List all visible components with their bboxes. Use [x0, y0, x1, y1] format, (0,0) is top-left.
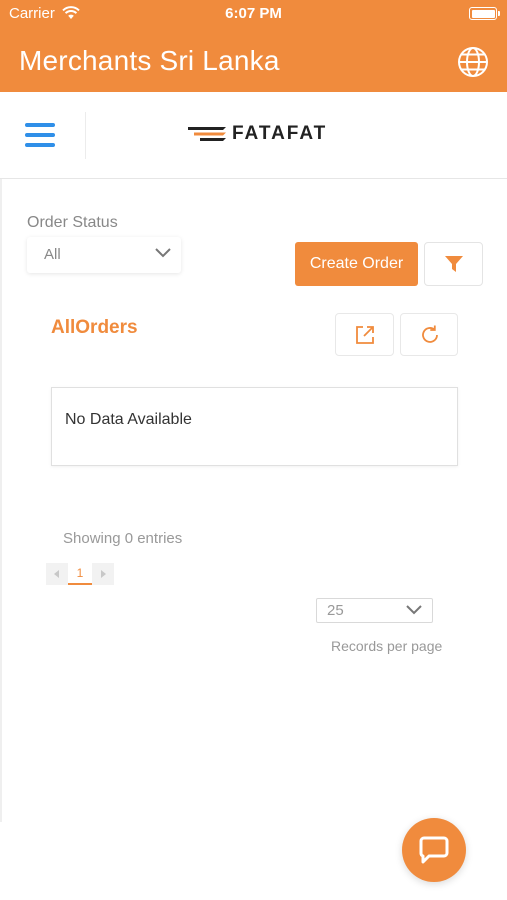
order-status-value: All: [44, 246, 61, 263]
status-bar: Carrier 6:07 PM: [0, 0, 507, 28]
prev-page-button[interactable]: [46, 563, 68, 585]
chevron-left-icon: [54, 570, 59, 578]
logo-speed-mark-icon: [188, 127, 226, 141]
refresh-button[interactable]: [400, 313, 458, 356]
empty-state-message: No Data Available: [65, 411, 192, 428]
records-per-page-value: 25: [327, 602, 344, 619]
page-title: Merchants Sri Lanka: [19, 45, 280, 76]
funnel-icon: [445, 256, 463, 272]
nav-bar: FATAFAT: [0, 92, 507, 179]
chat-bubble-icon: [419, 836, 449, 864]
chevron-down-icon: [406, 605, 422, 615]
orders-section-title: AllOrders: [51, 317, 138, 338]
page-number-current[interactable]: 1: [68, 563, 92, 585]
filter-button[interactable]: [424, 242, 483, 286]
clock: 6:07 PM: [225, 5, 282, 22]
nav-divider: [85, 112, 86, 159]
order-status-select[interactable]: All: [27, 237, 181, 273]
globe-icon[interactable]: [457, 46, 489, 78]
brand-logo: FATAFAT: [188, 123, 328, 144]
export-button[interactable]: [335, 313, 394, 356]
records-per-page-select[interactable]: 25: [316, 598, 433, 623]
external-link-icon: [356, 326, 374, 344]
battery-icon: [469, 7, 500, 20]
logo-text: FATAFAT: [232, 123, 328, 144]
records-per-page-label: Records per page: [331, 638, 443, 654]
refresh-icon: [422, 325, 438, 343]
app-header: Carrier 6:07 PM Merchants Sri Lanka: [0, 0, 507, 92]
create-order-button[interactable]: Create Order: [295, 242, 418, 286]
order-status-label: Order Status: [27, 214, 118, 231]
hamburger-menu-icon[interactable]: [25, 123, 55, 147]
chevron-down-icon: [155, 248, 171, 258]
content-left-border: [0, 179, 2, 822]
orders-table: No Data Available: [51, 387, 458, 466]
chevron-right-icon: [101, 570, 106, 578]
entries-count: Showing 0 entries: [63, 530, 183, 547]
pagination: 1: [46, 563, 114, 585]
next-page-button[interactable]: [92, 563, 114, 585]
chat-button[interactable]: [402, 818, 466, 882]
